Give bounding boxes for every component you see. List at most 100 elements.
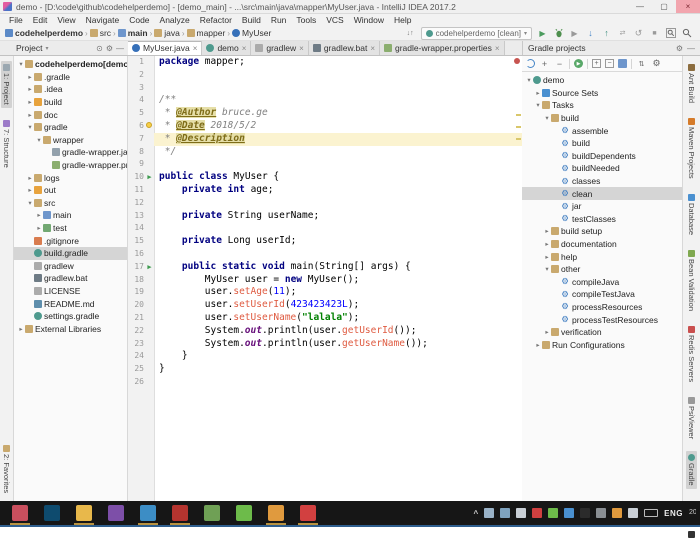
warning-stripe-mark[interactable] <box>516 138 521 140</box>
chevron-down-icon[interactable]: ▾ <box>26 199 34 207</box>
settings-icon[interactable]: ⚙ <box>106 44 113 53</box>
tool-button-maven-projects[interactable]: Maven Projects <box>686 115 697 182</box>
tab-gradlew[interactable]: gradlew × <box>251 41 309 55</box>
project-item-idea[interactable]: ▸ .idea <box>14 83 127 96</box>
gradle-item-processtestresources[interactable]: ⚙ processTestResources <box>522 313 682 326</box>
tool-button-7-structure[interactable]: 7: Structure <box>1 117 12 171</box>
gradle-item-classes[interactable]: ⚙ classes <box>522 175 682 188</box>
gradle-item-compilejava[interactable]: ⚙ compileJava <box>522 276 682 289</box>
search-icon[interactable] <box>681 27 692 39</box>
chevron-right-icon[interactable]: ▸ <box>543 328 551 336</box>
gradle-item-buildneeded[interactable]: ⚙ buildNeeded <box>522 162 682 175</box>
project-item-wrapper[interactable]: ▾ wrapper <box>14 134 127 147</box>
chevron-right-icon[interactable]: ▸ <box>534 89 542 97</box>
code-line-6[interactable]: 6 * @Date 2018/5/2 <box>128 119 522 133</box>
gradle-item-other[interactable]: ▾ other <box>522 263 682 276</box>
code-line-25[interactable]: 25} <box>128 363 522 376</box>
chevron-right-icon[interactable]: ▸ <box>26 186 34 194</box>
code-line-9[interactable]: 9 <box>128 158 522 171</box>
tool-button-2-favorites[interactable]: 2: Favorites <box>1 442 12 496</box>
warning-stripe-mark[interactable] <box>516 114 521 116</box>
gradle-item-run-configurations[interactable]: ▸ Run Configurations <box>522 338 682 351</box>
menu-tools[interactable]: Tools <box>291 14 321 26</box>
project-item-out[interactable]: ▸ out <box>14 184 127 197</box>
project-item-license[interactable]: LICENSE <box>14 285 127 298</box>
code-line-11[interactable]: 11 private int age; <box>128 184 522 197</box>
tray-red-icon[interactable] <box>532 508 543 518</box>
gradle-item-documentation[interactable]: ▸ documentation <box>522 238 682 251</box>
menu-file[interactable]: File <box>4 14 28 26</box>
run-arrow-icon[interactable]: ▶ <box>145 261 154 274</box>
maximize-button[interactable]: ▢ <box>652 0 676 13</box>
breadcrumb-src[interactable]: src <box>89 28 111 38</box>
menu-refactor[interactable]: Refactor <box>195 14 237 26</box>
close-icon[interactable]: × <box>242 44 247 53</box>
project-item-gitignore[interactable]: .gitignore <box>14 234 127 247</box>
sort-icon[interactable]: ↓↑ <box>405 27 416 39</box>
chevron-right-icon[interactable]: ▸ <box>26 73 34 81</box>
chevron-right-icon[interactable]: ▸ <box>543 253 551 261</box>
project-item-settings-gradle[interactable]: settings.gradle <box>14 310 127 323</box>
code-line-19[interactable]: 19 user.setAge(11); <box>128 286 522 299</box>
tray-green-icon[interactable] <box>548 508 559 518</box>
run-task-icon[interactable]: ▶ <box>574 59 583 68</box>
tray-plane-icon[interactable] <box>484 508 495 518</box>
code-line-8[interactable]: 8 */ <box>128 146 522 159</box>
chevron-down-icon[interactable]: ▾ <box>543 114 551 122</box>
code-line-4[interactable]: 4 /** <box>128 94 522 107</box>
menu-window[interactable]: Window <box>349 14 389 26</box>
code-line-15[interactable]: 15 private Long userId; <box>128 235 522 248</box>
tray-gray-icon[interactable] <box>596 508 607 518</box>
gallery-app-icon[interactable] <box>204 505 220 521</box>
error-indicator-icon[interactable] <box>514 58 520 64</box>
collapse-all-icon[interactable]: − <box>605 59 614 68</box>
stop-button[interactable]: ■ <box>649 27 660 39</box>
project-item-gradlew[interactable]: gradlew <box>14 260 127 273</box>
close-icon[interactable]: × <box>299 44 304 53</box>
close-icon[interactable]: × <box>495 44 500 53</box>
purple-app-icon[interactable] <box>108 505 124 521</box>
chevron-right-icon[interactable]: ▸ <box>17 325 25 333</box>
chevron-down-icon[interactable]: ▾ <box>17 60 25 68</box>
gradle-item-jar[interactable]: ⚙ jar <box>522 200 682 213</box>
chevron-down-icon[interactable]: ▾ <box>35 136 43 144</box>
chevron-down-icon[interactable]: ▾ <box>45 45 48 52</box>
gradle-item-source-sets[interactable]: ▸ Source Sets <box>522 87 682 100</box>
gradle-item-assemble[interactable]: ⚙ assemble <box>522 124 682 137</box>
tool-button-bean-validation[interactable]: Bean Validation <box>686 247 697 314</box>
project-item-main[interactable]: ▸ main <box>14 209 127 222</box>
menu-run[interactable]: Run <box>266 14 292 26</box>
chevron-down-icon[interactable]: ▾ <box>534 101 542 109</box>
menu-analyze[interactable]: Analyze <box>155 14 195 26</box>
remove-icon[interactable]: − <box>554 58 565 69</box>
tool-button-1-project[interactable]: 1: Project <box>1 61 12 108</box>
gradle-item-testclasses[interactable]: ⚙ testClasses <box>522 213 682 226</box>
chevron-right-icon[interactable]: ▸ <box>26 174 34 182</box>
intellij-app-icon[interactable] <box>10 505 30 525</box>
find-button[interactable] <box>665 27 676 39</box>
gradle-item-help[interactable]: ▸ help <box>522 250 682 263</box>
tool-button-gradle[interactable]: Gradle <box>686 451 697 489</box>
project-item-logs[interactable]: ▸ logs <box>14 171 127 184</box>
tray-chevron-up-icon[interactable]: ^ <box>473 509 478 518</box>
breadcrumb-java[interactable]: java <box>154 28 180 38</box>
menu-help[interactable]: Help <box>389 14 416 26</box>
chevron-right-icon[interactable]: ▸ <box>26 85 34 93</box>
tray-network-icon[interactable] <box>500 508 511 518</box>
gradle-item-build[interactable]: ⚙ build <box>522 137 682 150</box>
project-item-src[interactable]: ▾ src <box>14 197 127 210</box>
gradle-item-clean[interactable]: ⚙ clean <box>522 187 682 200</box>
chevron-right-icon[interactable]: ▸ <box>534 341 542 349</box>
gradle-item-build-setup[interactable]: ▸ build setup <box>522 225 682 238</box>
project-panel-title[interactable]: Project <box>16 43 42 53</box>
chevron-down-icon[interactable]: ▾ <box>543 265 551 273</box>
project-item-build[interactable]: ▸ build <box>14 96 127 109</box>
gradle-item-builddependents[interactable]: ⚙ buildDependents <box>522 150 682 163</box>
volume-icon[interactable] <box>628 508 639 518</box>
code-line-23[interactable]: 23 System.out.println(user.getUserName()… <box>128 338 522 351</box>
keyboard-icon[interactable] <box>644 509 659 517</box>
run-configuration-select[interactable]: codehelperdemo [clean] ▾ <box>420 26 532 40</box>
code-line-16[interactable]: 16 <box>128 248 522 261</box>
minimize-button[interactable]: — <box>628 0 652 13</box>
project-item-build-gradle[interactable]: build.gradle <box>14 246 127 260</box>
